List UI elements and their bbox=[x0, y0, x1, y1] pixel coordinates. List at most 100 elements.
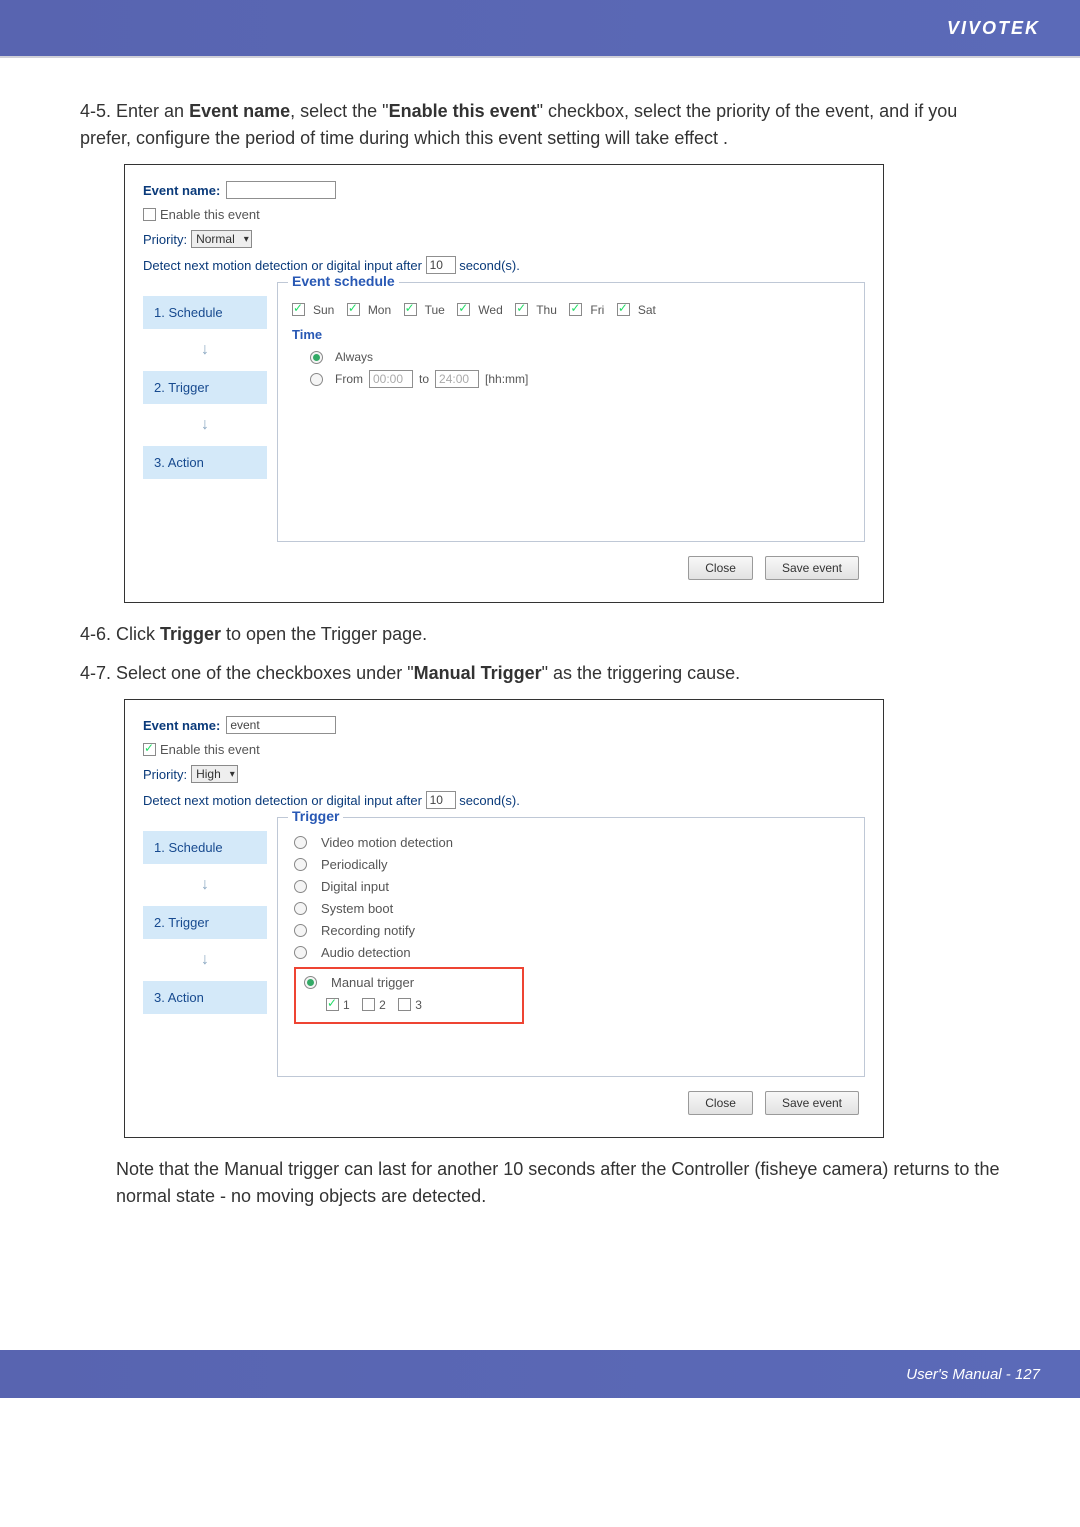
footer-page-label: User's Manual - 127 bbox=[906, 1366, 1040, 1383]
enable-event-row: Enable this event bbox=[143, 207, 865, 222]
enable-event-row: Enable this event bbox=[143, 742, 865, 757]
brand-label: VIVOTEK bbox=[947, 18, 1040, 39]
step-action[interactable]: 3. Action bbox=[143, 446, 267, 479]
detect-row: Detect next motion detection or digital … bbox=[143, 256, 865, 274]
priority-row: Priority: Normal bbox=[143, 230, 865, 248]
event-name-row: Event name: bbox=[143, 181, 865, 199]
trigger-audio-row: Audio detection bbox=[294, 945, 850, 960]
detect-prefix: Detect next motion detection or digital … bbox=[143, 258, 422, 273]
step-arrow-icon: ↓ bbox=[143, 341, 267, 359]
manual-2-checkbox[interactable] bbox=[362, 998, 375, 1011]
detect-row: Detect next motion detection or digital … bbox=[143, 791, 865, 809]
header-bar: VIVOTEK bbox=[0, 0, 1080, 56]
from-label: From bbox=[335, 372, 363, 386]
detect-seconds-input[interactable] bbox=[426, 256, 456, 274]
save-event-button[interactable]: Save event bbox=[765, 556, 859, 580]
panel1-body: 1. Schedule ↓ 2. Trigger ↓ 3. Action Eve… bbox=[143, 282, 865, 542]
event-panel-trigger: Event name: Enable this event Priority: … bbox=[124, 699, 884, 1138]
priority-row: Priority: High bbox=[143, 765, 865, 783]
panel2-body: 1. Schedule ↓ 2. Trigger ↓ 3. Action Tri… bbox=[143, 817, 865, 1077]
to-label: to bbox=[419, 372, 429, 386]
enable-event-label: Enable this event bbox=[160, 742, 260, 757]
manual-trigger-highlight: Manual trigger 1 2 3 bbox=[294, 967, 524, 1024]
instruction-4-5: 4-5. Enter an Event name, select the "En… bbox=[80, 98, 1000, 152]
detect-seconds-input[interactable] bbox=[426, 791, 456, 809]
trigger-manual-row: Manual trigger bbox=[304, 975, 514, 990]
step-arrow-icon: ↓ bbox=[143, 416, 267, 434]
event-name-input[interactable] bbox=[226, 716, 336, 734]
steps-nav: 1. Schedule ↓ 2. Trigger ↓ 3. Action bbox=[143, 282, 267, 542]
trigger-video-radio[interactable] bbox=[294, 836, 307, 849]
step-arrow-icon: ↓ bbox=[143, 951, 267, 969]
step-schedule[interactable]: 1. Schedule bbox=[143, 831, 267, 864]
event-name-row: Event name: bbox=[143, 716, 865, 734]
close-button[interactable]: Close bbox=[688, 1091, 753, 1115]
day-thu-checkbox[interactable] bbox=[515, 303, 528, 316]
from-radio[interactable] bbox=[310, 373, 323, 386]
trigger-audio-radio[interactable] bbox=[294, 946, 307, 959]
trigger-boot-row: System boot bbox=[294, 901, 850, 916]
priority-select[interactable]: Normal bbox=[191, 230, 252, 248]
day-tue-checkbox[interactable] bbox=[404, 303, 417, 316]
trigger-fieldset: Trigger Video motion detection Periodica… bbox=[277, 817, 865, 1077]
step-schedule[interactable]: 1. Schedule bbox=[143, 296, 267, 329]
days-row: Sun Mon Tue Wed Thu Fri Sat bbox=[292, 301, 850, 319]
trigger-recording-row: Recording notify bbox=[294, 923, 850, 938]
always-radio[interactable] bbox=[310, 351, 323, 364]
event-name-input[interactable] bbox=[226, 181, 336, 199]
trigger-periodically-radio[interactable] bbox=[294, 858, 307, 871]
event-panel-schedule: Event name: Enable this event Priority: … bbox=[124, 164, 884, 603]
panel1-buttons: Close Save event bbox=[143, 556, 859, 580]
time-from-row: From to [hh:mm] bbox=[310, 370, 850, 388]
event-name-label: Event name: bbox=[143, 718, 220, 733]
enable-event-checkbox[interactable] bbox=[143, 743, 156, 756]
day-fri-checkbox[interactable] bbox=[569, 303, 582, 316]
trigger-digital-row: Digital input bbox=[294, 879, 850, 894]
schedule-fieldset: Event schedule Sun Mon Tue Wed Thu Fri S… bbox=[277, 282, 865, 542]
time-always-row: Always bbox=[310, 350, 850, 364]
close-button[interactable]: Close bbox=[688, 556, 753, 580]
detect-suffix: second(s). bbox=[459, 793, 520, 808]
priority-label: Priority: bbox=[143, 232, 187, 247]
note-text: Note that the Manual trigger can last fo… bbox=[116, 1156, 1000, 1210]
manual-trigger-options: 1 2 3 bbox=[326, 996, 514, 1014]
day-sat-checkbox[interactable] bbox=[617, 303, 630, 316]
trigger-video-row: Video motion detection bbox=[294, 835, 850, 850]
trigger-digital-radio[interactable] bbox=[294, 880, 307, 893]
trigger-boot-radio[interactable] bbox=[294, 902, 307, 915]
schedule-legend: Event schedule bbox=[288, 273, 399, 289]
instruction-4-7: 4-7. Select one of the checkboxes under … bbox=[80, 660, 1000, 687]
event-name-label: Event name: bbox=[143, 183, 220, 198]
step-action[interactable]: 3. Action bbox=[143, 981, 267, 1014]
trigger-legend: Trigger bbox=[288, 808, 343, 824]
day-mon-checkbox[interactable] bbox=[347, 303, 360, 316]
priority-label: Priority: bbox=[143, 767, 187, 782]
always-label: Always bbox=[335, 350, 373, 364]
trigger-manual-radio[interactable] bbox=[304, 976, 317, 989]
manual-3-checkbox[interactable] bbox=[398, 998, 411, 1011]
save-event-button[interactable]: Save event bbox=[765, 1091, 859, 1115]
step-trigger[interactable]: 2. Trigger bbox=[143, 371, 267, 404]
enable-event-checkbox[interactable] bbox=[143, 208, 156, 221]
step-trigger[interactable]: 2. Trigger bbox=[143, 906, 267, 939]
instruction-4-6: 4-6. Click Trigger to open the Trigger p… bbox=[80, 621, 1000, 648]
trigger-options: Video motion detection Periodically Digi… bbox=[292, 835, 850, 1024]
footer-bar: User's Manual - 127 bbox=[0, 1350, 1080, 1398]
detect-prefix: Detect next motion detection or digital … bbox=[143, 793, 422, 808]
priority-select[interactable]: High bbox=[191, 765, 238, 783]
from-time-input[interactable] bbox=[369, 370, 413, 388]
panel2-buttons: Close Save event bbox=[143, 1091, 859, 1115]
day-wed-checkbox[interactable] bbox=[457, 303, 470, 316]
manual-1-checkbox[interactable] bbox=[326, 998, 339, 1011]
detect-suffix: second(s). bbox=[459, 258, 520, 273]
page-content: 4-5. Enter an Event name, select the "En… bbox=[0, 58, 1080, 1230]
day-sun-checkbox[interactable] bbox=[292, 303, 305, 316]
trigger-recording-radio[interactable] bbox=[294, 924, 307, 937]
enable-event-label: Enable this event bbox=[160, 207, 260, 222]
trigger-periodically-row: Periodically bbox=[294, 857, 850, 872]
time-label: Time bbox=[292, 327, 850, 342]
hhmm-hint: [hh:mm] bbox=[485, 372, 528, 386]
step-arrow-icon: ↓ bbox=[143, 876, 267, 894]
to-time-input[interactable] bbox=[435, 370, 479, 388]
steps-nav: 1. Schedule ↓ 2. Trigger ↓ 3. Action bbox=[143, 817, 267, 1077]
